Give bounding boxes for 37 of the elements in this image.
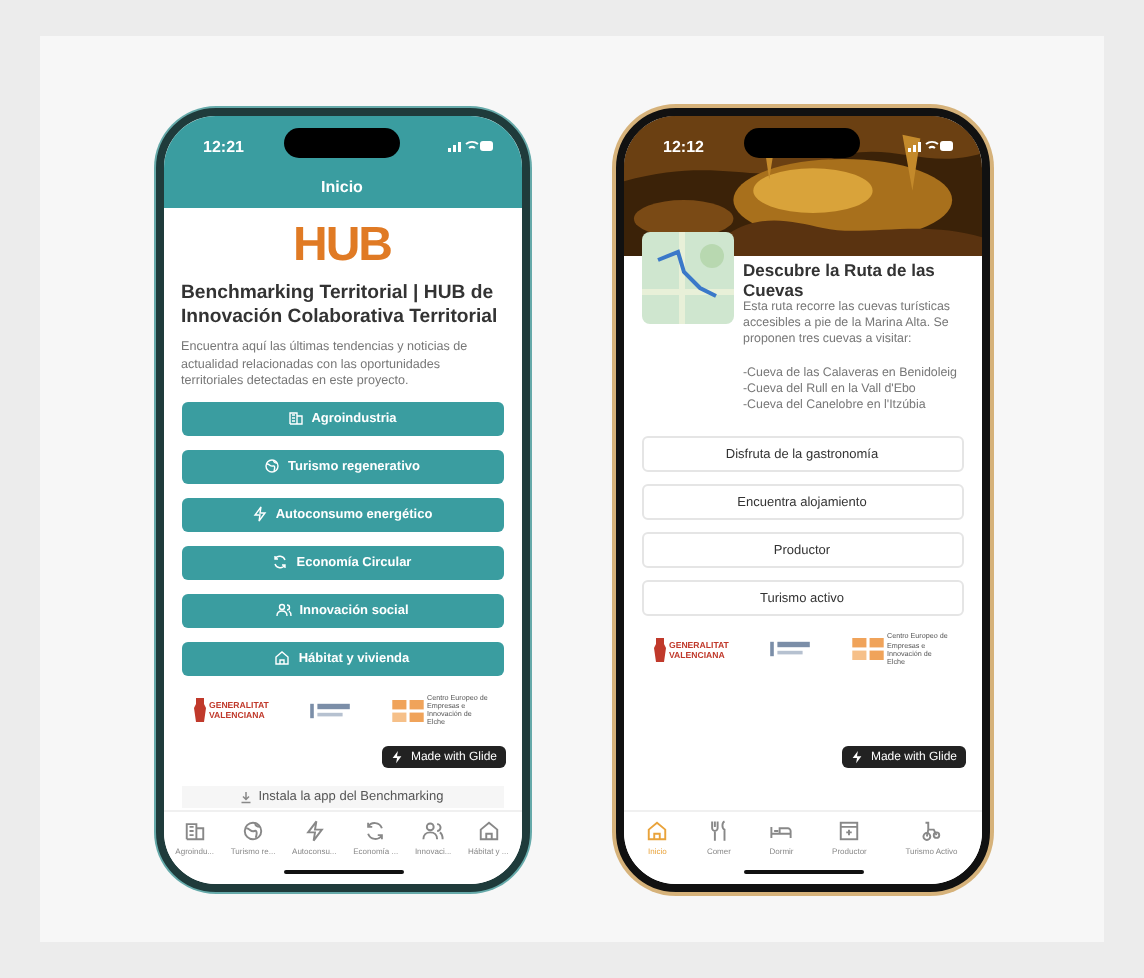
status-icons	[905, 138, 953, 154]
download-icon	[240, 791, 253, 803]
building-icon	[287, 410, 304, 426]
screen-title: Inicio	[319, 178, 365, 196]
glide-icon	[850, 750, 865, 764]
refresh-icon	[272, 554, 289, 570]
refresh-icon	[364, 820, 387, 842]
home-icon	[274, 650, 291, 666]
cutlery-icon	[707, 820, 730, 842]
map-thumbnail	[641, 232, 733, 324]
bolt-icon	[303, 820, 326, 842]
box-icon	[838, 820, 861, 842]
home-indicator	[743, 870, 863, 874]
building-icon	[183, 820, 206, 842]
bolt-icon	[251, 506, 268, 522]
crest-icon	[193, 698, 205, 723]
people-icon	[275, 602, 292, 618]
logo-icon	[391, 699, 423, 722]
status-icons	[445, 138, 493, 154]
crest-icon	[653, 637, 665, 662]
status-time: 12:12	[663, 137, 704, 155]
logo-icon	[851, 638, 883, 661]
camera-notch	[283, 128, 399, 158]
glide-icon	[390, 750, 405, 764]
route-title: Descubre la Ruta de las Cuevas	[743, 260, 937, 300]
page-heading: Benchmarking Territorial | HUB de Innovación Colaborativa Territorial	[181, 282, 500, 330]
logo-icon	[770, 640, 810, 659]
hub-logo: HUB	[291, 220, 393, 272]
status-time: 12:21	[203, 137, 244, 155]
camera-notch	[743, 128, 859, 158]
home-indicator	[283, 870, 403, 874]
globe-icon	[264, 458, 280, 474]
globe-icon	[242, 820, 265, 842]
people-icon	[422, 820, 445, 842]
logo-icon	[310, 701, 350, 720]
home-icon	[646, 820, 669, 842]
home-icon	[477, 820, 500, 842]
